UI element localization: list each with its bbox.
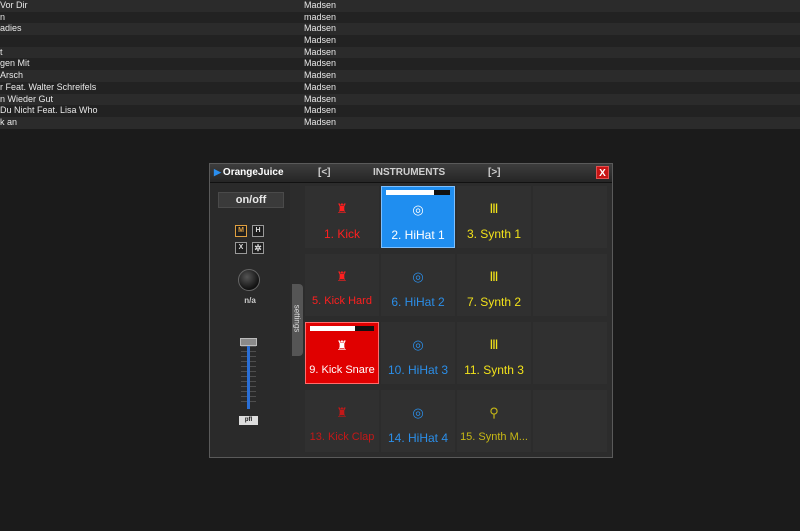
pad-label: 1. Kick: [323, 227, 360, 241]
instrument-pad[interactable]: ♜ 1. Kick: [305, 186, 379, 248]
pad-label: 5. Kick Hard: [312, 295, 372, 307]
instrument-pad[interactable]: ♜ 13. Kick Clap: [305, 390, 379, 452]
instrument-pad[interactable]: Ⅲ 7. Synth 2: [457, 254, 531, 316]
pad-level-bar: [386, 190, 450, 195]
instrument-pad[interactable]: ◎ 6. HiHat 2: [381, 254, 455, 316]
hihat-icon: ◎: [412, 202, 424, 217]
track-artist: Madsen: [304, 35, 337, 46]
track-artist: Madsen: [304, 93, 337, 104]
pad-label: 6. HiHat 2: [391, 295, 445, 309]
synth-icon: Ⅲ: [489, 337, 499, 352]
track-artist: Madsen: [304, 116, 337, 127]
track-row[interactable]: n Wieder Gut Madsen: [0, 93, 800, 106]
synth-mic-icon: ⚲: [489, 405, 499, 420]
pad-label: 14. HiHat 4: [387, 431, 449, 445]
mode-h-button[interactable]: H: [252, 225, 264, 237]
hihat-icon: ◎: [412, 337, 424, 352]
track-artist: Madsen: [304, 105, 337, 116]
mode-m-button[interactable]: M: [235, 225, 247, 237]
track-title: adies: [0, 23, 22, 34]
track-title: Vor Dir: [0, 0, 28, 10]
instrument-pad[interactable]: Ⅲ 11. Synth 3: [457, 322, 531, 384]
drum-icon: ♜: [336, 201, 348, 216]
empty-pad[interactable]: [533, 186, 607, 248]
track-title: n: [0, 11, 6, 22]
instrument-pad[interactable]: ⚲ 15. Synth M...: [457, 390, 531, 452]
synth-icon: Ⅲ: [489, 201, 499, 216]
track-artist: Madsen: [304, 23, 337, 34]
drum-icon: ♜: [336, 405, 348, 420]
track-title: r Feat. Walter Schreifels: [0, 81, 97, 92]
track-artist: Madsen: [304, 0, 337, 10]
track-artist: madsen: [304, 11, 337, 22]
panel-titlebar: ▶ OrangeJuice [<] INSTRUMENTS [>] X: [210, 164, 612, 183]
on-off-button[interactable]: on/off: [218, 192, 284, 208]
prev-page-button[interactable]: [<]: [318, 167, 331, 178]
track-title: Du Nicht Feat. Lisa Who: [0, 105, 98, 116]
synth-icon: Ⅲ: [489, 269, 499, 284]
track-row[interactable]: Vor Dir Madsen: [0, 0, 800, 12]
knob-label: n/a: [244, 296, 256, 305]
panel-title: INSTRUMENTS: [373, 167, 446, 178]
brand-logo: ▶ OrangeJuice: [214, 167, 284, 178]
track-artist: Madsen: [304, 81, 337, 92]
pad-label: 9. Kick Snare: [309, 364, 375, 376]
instrument-pad[interactable]: ♜ 5. Kick Hard: [305, 254, 379, 316]
gear-icon[interactable]: ✲: [252, 242, 264, 254]
volume-fader-handle[interactable]: [240, 338, 257, 346]
pad-label: 7. Synth 2: [466, 295, 522, 309]
track-row[interactable]: n madsen: [0, 11, 800, 24]
pad-label: 10. HiHat 3: [387, 363, 449, 377]
track-title: gen Mit: [0, 58, 30, 69]
empty-pad[interactable]: [533, 254, 607, 316]
hihat-icon: ◎: [412, 269, 424, 284]
close-button[interactable]: X: [596, 166, 609, 179]
pad-label: 13. Kick Clap: [309, 431, 375, 443]
instrument-pad[interactable]: ♜ 9. Kick Snare: [305, 322, 379, 384]
instrument-pad[interactable]: Ⅲ 3. Synth 1: [457, 186, 531, 248]
track-artist: Madsen: [304, 46, 337, 57]
pad-label: 15. Synth M...: [460, 431, 528, 443]
track-row[interactable]: t Madsen: [0, 46, 800, 59]
next-page-button[interactable]: [>]: [488, 167, 501, 178]
track-row[interactable]: adies Madsen: [0, 23, 800, 36]
settings-tab[interactable]: settings: [292, 284, 303, 356]
track-row[interactable]: Du Nicht Feat. Lisa Who Madsen: [0, 105, 800, 117]
track-row[interactable]: k an Madsen: [0, 116, 800, 129]
pfl-button[interactable]: pfl: [239, 416, 258, 425]
track-artist: Madsen: [304, 58, 337, 69]
track-row[interactable]: Madsen: [0, 35, 800, 47]
mode-x-button[interactable]: X: [235, 242, 247, 254]
deck-controls: on/off M H X ✲ n/a pfl: [210, 183, 290, 457]
volume-fader-track[interactable]: [247, 343, 250, 409]
pad-label: 3. Synth 1: [466, 227, 522, 241]
drum-icon: ♜: [336, 269, 348, 284]
track-title: n Wieder Gut: [0, 93, 54, 104]
track-title: Arsch: [0, 70, 24, 81]
gain-knob[interactable]: [238, 269, 260, 291]
track-title: t: [0, 46, 3, 57]
pad-label: 2. HiHat 1: [391, 228, 445, 242]
settings-label: settings: [292, 304, 302, 333]
track-title: k an: [0, 116, 18, 127]
pad-label: 11. Synth 3: [464, 363, 524, 377]
hihat-icon: ◎: [412, 405, 424, 420]
empty-pad[interactable]: [533, 390, 607, 452]
pad-level-bar: [310, 326, 374, 331]
track-row[interactable]: Arsch Madsen: [0, 70, 800, 82]
play-icon: ▶: [214, 167, 221, 177]
track-row[interactable]: gen Mit Madsen: [0, 58, 800, 71]
track-row[interactable]: r Feat. Walter Schreifels Madsen: [0, 81, 800, 94]
instrument-pad[interactable]: ◎ 14. HiHat 4: [381, 390, 455, 452]
instrument-pad[interactable]: ◎ 2. HiHat 1: [381, 186, 455, 248]
empty-pad[interactable]: [533, 322, 607, 384]
instrument-pad[interactable]: ◎ 10. HiHat 3: [381, 322, 455, 384]
drum-icon: ♜: [336, 338, 348, 353]
track-list: Vor Dir Madsen n madsen adies Madsen Madsen t Ma…: [0, 0, 800, 129]
track-artist: Madsen: [304, 70, 337, 81]
brand-name: OrangeJuice: [222, 167, 284, 178]
instruments-panel: ▶ OrangeJuice [<] INSTRUMENTS [>] X on/of…: [209, 163, 613, 458]
